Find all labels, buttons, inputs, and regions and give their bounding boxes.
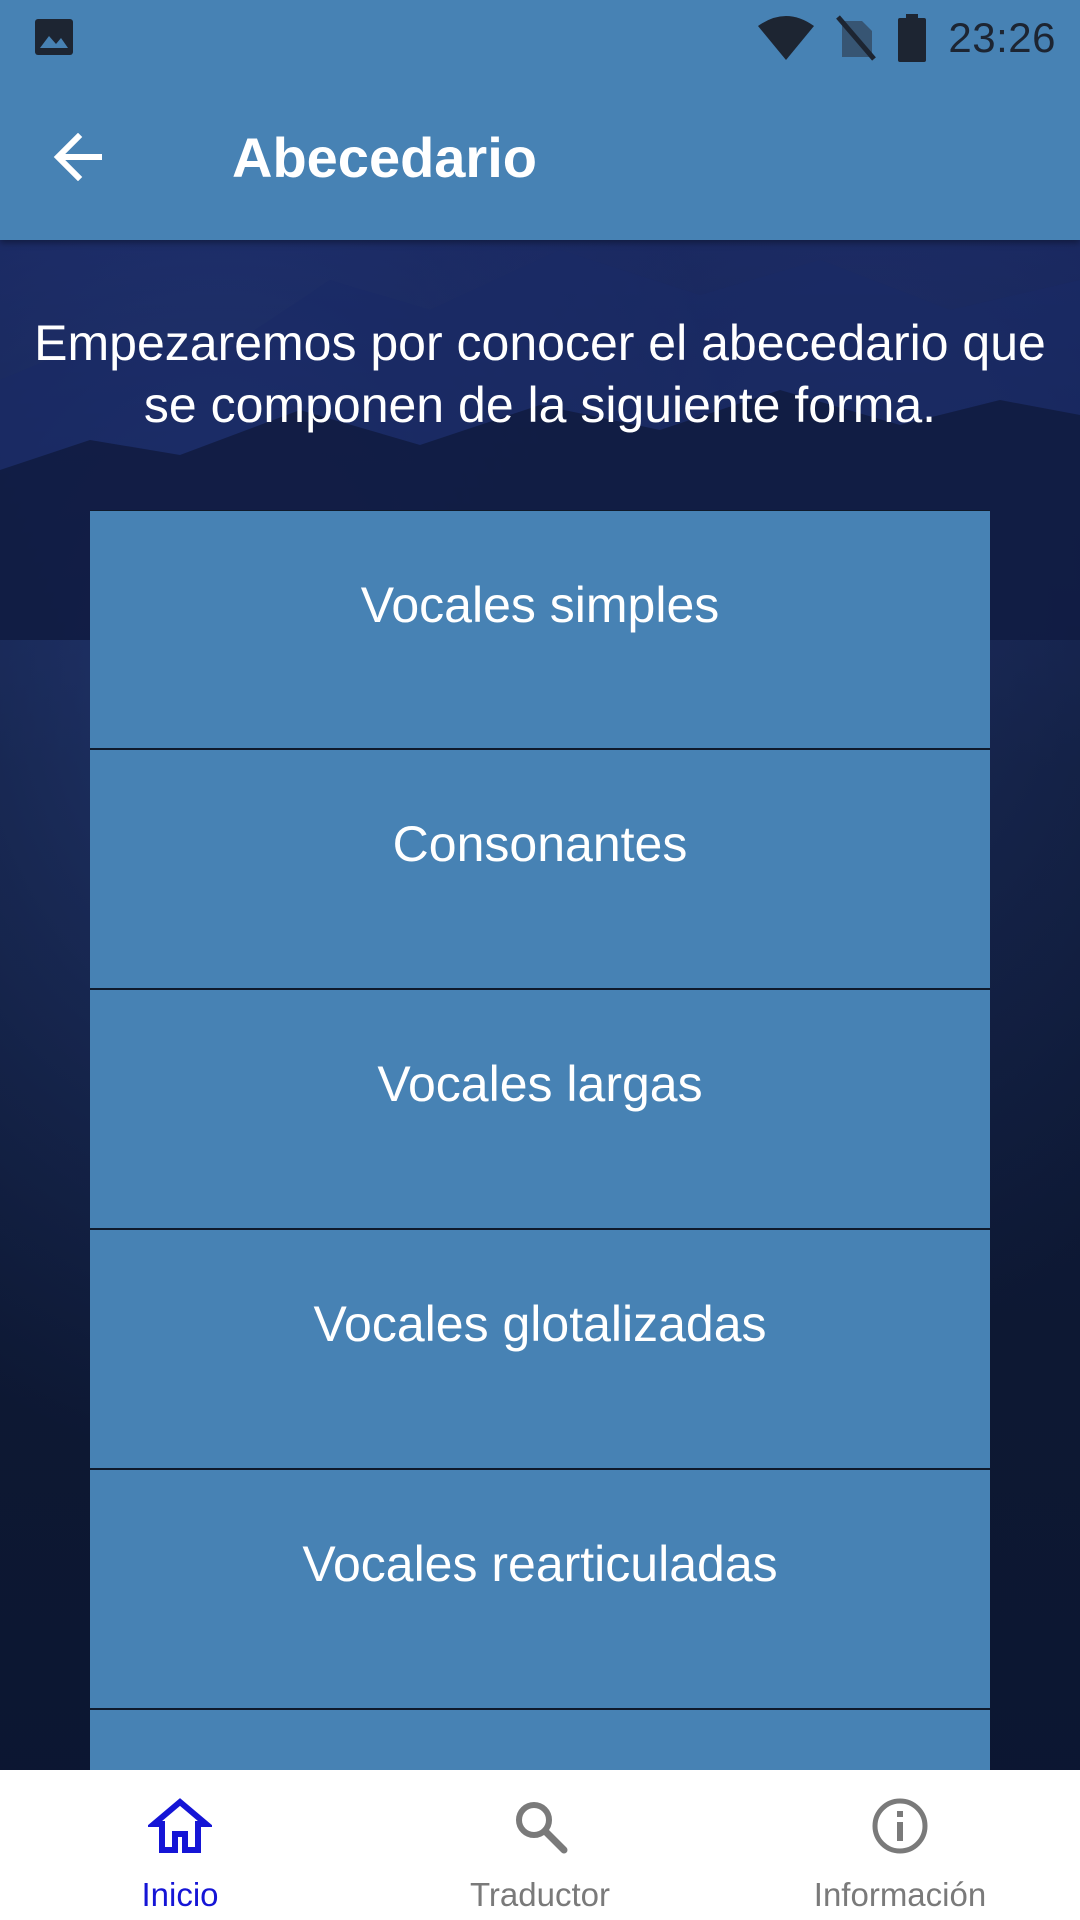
battery-icon bbox=[898, 14, 927, 62]
bottom-navigation: Inicio Traductor Información bbox=[0, 1770, 1080, 1920]
app-bar: Abecedario bbox=[0, 75, 1080, 240]
nav-item-informacion[interactable]: Información bbox=[720, 1770, 1080, 1920]
category-item-vocales-simples[interactable]: Vocales simples bbox=[90, 510, 990, 750]
status-bar: 23:26 bbox=[0, 0, 1080, 75]
nav-item-inicio[interactable]: Inicio bbox=[0, 1770, 360, 1920]
image-notification-icon bbox=[35, 19, 73, 55]
wifi-icon bbox=[758, 16, 815, 60]
intro-line-1: Empezaremos por conocer el abecedario qu… bbox=[34, 315, 1046, 371]
nav-label-traductor: Traductor bbox=[470, 1876, 610, 1913]
header: 23:26 Abecedario bbox=[0, 0, 1080, 240]
page-title: Abecedario bbox=[232, 126, 537, 189]
nav-item-traductor[interactable]: Traductor bbox=[360, 1770, 720, 1920]
info-icon bbox=[872, 1798, 928, 1854]
status-icons: 23:26 bbox=[758, 10, 1056, 66]
search-icon bbox=[516, 1802, 568, 1854]
arrow-back-icon bbox=[53, 133, 102, 181]
back-button[interactable] bbox=[38, 117, 118, 197]
category-item-vocales-rearticuladas[interactable]: Vocales rearticuladas bbox=[90, 1470, 990, 1710]
nav-label-informacion: Información bbox=[813, 1876, 987, 1913]
app-screen: 23:26 Abecedario Empezaremos por conocer… bbox=[0, 0, 1080, 1920]
intro-text: Empezaremos por conocer el abecedario qu… bbox=[0, 312, 1080, 436]
nav-label-inicio: Inicio bbox=[141, 1876, 219, 1913]
category-item-vocales-largas[interactable]: Vocales largas bbox=[90, 990, 990, 1230]
home-icon bbox=[148, 1798, 212, 1853]
category-item-consonantes[interactable]: Consonantes bbox=[90, 750, 990, 990]
no-sim-icon bbox=[836, 15, 877, 61]
intro-line-2: se componen de la siguiente forma. bbox=[143, 377, 937, 433]
status-time: 23:26 bbox=[948, 14, 1056, 61]
category-list: Vocales simples Consonantes Vocales larg… bbox=[90, 510, 990, 1920]
category-item-vocales-glotalizadas[interactable]: Vocales glotalizadas bbox=[90, 1230, 990, 1470]
